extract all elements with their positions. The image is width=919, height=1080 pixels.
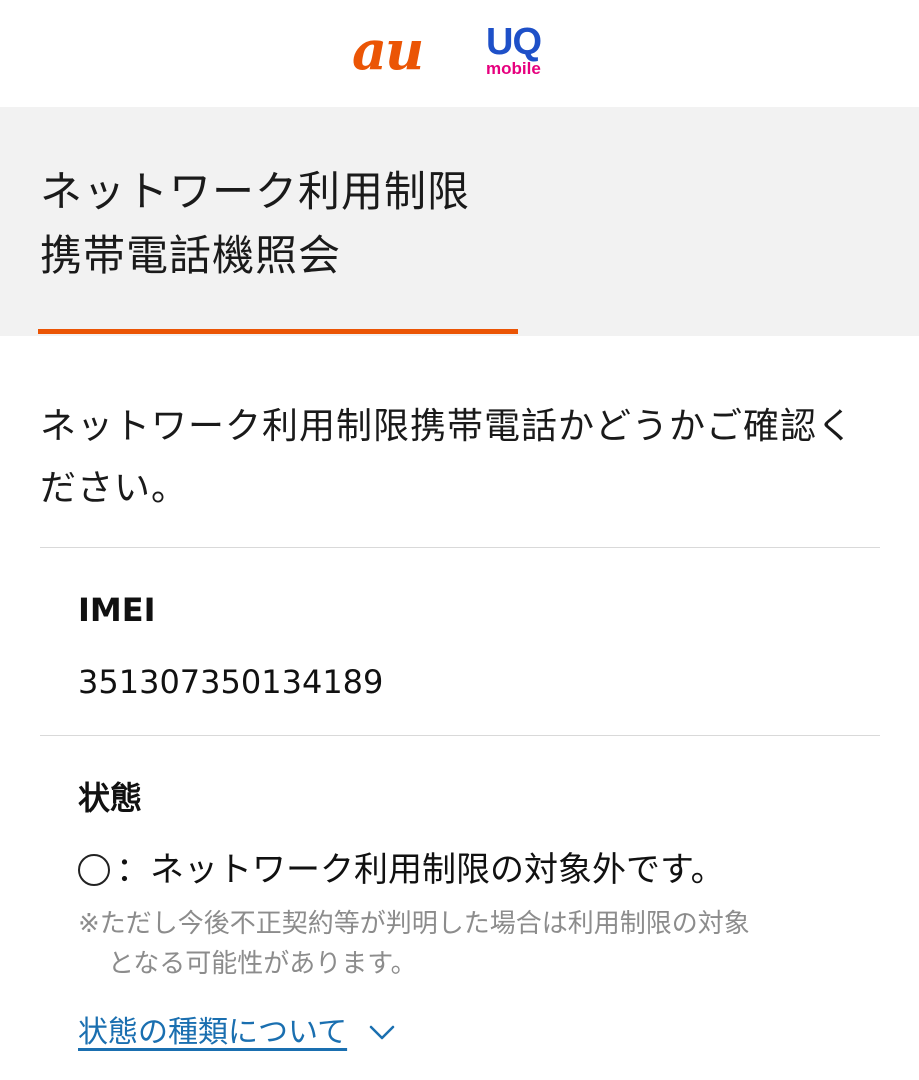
page-title-line2: 携帯電話機照会	[40, 231, 342, 280]
divider	[40, 547, 880, 548]
chevron-down-icon[interactable]	[369, 1025, 395, 1041]
intro-text: ネットワーク利用制限携帯電話かどうかご確認ください。	[40, 406, 855, 509]
status-label: 状態	[78, 779, 143, 817]
uq-logo-sub: mobile	[486, 59, 541, 78]
title-underline	[38, 329, 518, 334]
page-title: ネットワーク利用制限 携帯電話機照会	[40, 160, 470, 288]
status-note-line1: ※ただし今後不正契約等が判明した場合は利用制限の対象	[78, 909, 750, 939]
uq-logo-text: UQ	[486, 21, 542, 63]
status-note: ※ただし今後不正契約等が判明した場合は利用制限の対象 となる可能性があります。	[78, 904, 858, 984]
imei-label: IMEI	[78, 591, 156, 629]
status-result: ：ネットワーク利用制限の対象外です。	[78, 846, 725, 894]
status-types-link[interactable]: 状態の種類について	[78, 1008, 395, 1058]
page-title-line1: ネットワーク利用制限	[40, 167, 471, 216]
header: au UQ mobile	[0, 0, 919, 107]
divider	[40, 735, 880, 736]
au-logo: au	[352, 18, 424, 82]
uq-mobile-logo: UQ mobile	[478, 22, 558, 82]
imei-value: 351307350134189	[78, 663, 384, 701]
status-note-line2: となる可能性があります。	[108, 949, 417, 979]
page: au UQ mobile ネットワーク利用制限 携帯電話機照会 ネットワーク利用…	[0, 0, 919, 1080]
circle-icon	[78, 854, 110, 886]
status-types-link-label[interactable]: 状態の種類について	[78, 1011, 347, 1055]
status-text: ：ネットワーク利用制限の対象外です。	[116, 850, 725, 890]
